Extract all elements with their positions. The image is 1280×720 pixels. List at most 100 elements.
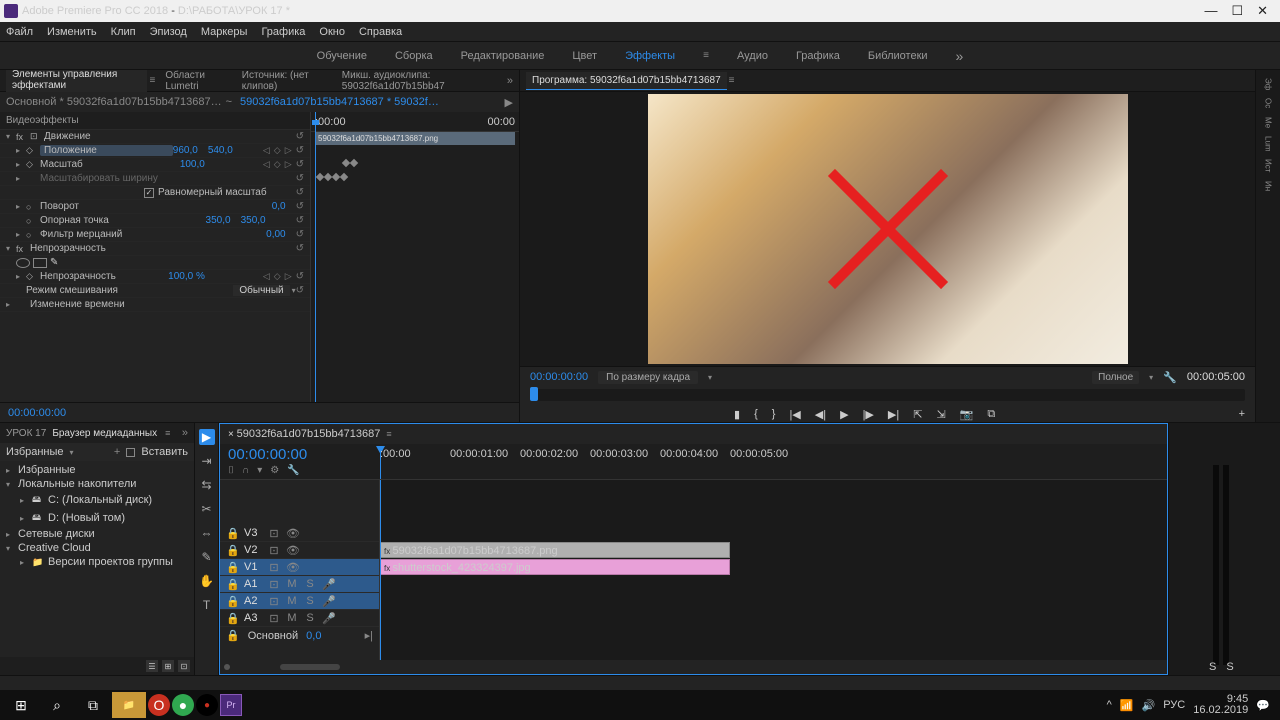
prev-kf-icon[interactable]: ◁ bbox=[263, 145, 270, 156]
timeline-timecode[interactable]: 00:00:00:00 bbox=[228, 446, 372, 463]
pen-mask-icon[interactable]: ✎ bbox=[50, 257, 58, 268]
scroll-thumb[interactable] bbox=[280, 664, 340, 670]
keyframe-icon[interactable] bbox=[340, 173, 348, 181]
program-menu-icon[interactable]: ≡ bbox=[729, 75, 735, 86]
marker-icon[interactable]: ▾ bbox=[257, 465, 262, 476]
minimize-button[interactable]: — bbox=[1204, 3, 1217, 19]
keyframe-icon[interactable] bbox=[350, 159, 358, 167]
tabs-overflow-icon[interactable]: » bbox=[182, 427, 188, 439]
zoom-handle-icon[interactable] bbox=[224, 664, 230, 670]
expand-icon[interactable]: ▸| bbox=[365, 629, 373, 642]
tree-local[interactable]: ▾Локальные накопители bbox=[0, 477, 194, 491]
program-tab[interactable]: Программа: 59032f6a1d07b15bb4713687 bbox=[526, 72, 727, 90]
app-green-button[interactable]: ● bbox=[172, 694, 194, 716]
ws-assembly[interactable]: Сборка bbox=[395, 50, 433, 62]
uniform-row[interactable]: ✓Равномерный масштаб↺ bbox=[0, 186, 310, 200]
type-tool[interactable]: T bbox=[199, 597, 215, 613]
favorites-dropdown[interactable]: Избранные bbox=[6, 446, 64, 458]
panel-menu-icon[interactable]: ≡ bbox=[165, 428, 170, 438]
razor-tool[interactable]: ✂ bbox=[199, 501, 215, 517]
clock[interactable]: 9:4516.02.2019 bbox=[1193, 694, 1248, 716]
panel-menu-icon[interactable]: ≡ bbox=[386, 429, 391, 439]
program-scrubber[interactable] bbox=[530, 389, 1245, 401]
tab-audio-mixer[interactable]: Микш. аудиоклипа: 59032f6a1d07b15bb47 bbox=[336, 67, 503, 95]
opacity-section[interactable]: ▾fxНепрозрачность↺ bbox=[0, 242, 310, 256]
menu-sequence[interactable]: Эпизод bbox=[150, 26, 187, 38]
ws-menu-icon[interactable]: ≡ bbox=[703, 50, 709, 61]
timeline-tracks[interactable]: fx 59032f6a1d07b15bb4713687.png fx shutt… bbox=[380, 480, 1167, 660]
tree-team-projects[interactable]: ▸📁Версии проектов группы bbox=[0, 555, 194, 569]
anchor-y[interactable]: 350,0 bbox=[241, 215, 266, 226]
menu-window[interactable]: Окно bbox=[319, 26, 345, 38]
anchor-row[interactable]: ○Опорная точка350,0350,0↺ bbox=[0, 214, 310, 228]
lock-icon[interactable]: 🔒 bbox=[226, 527, 238, 540]
tree-drive-c[interactable]: ▸🖴C: (Локальный диск) bbox=[0, 491, 194, 509]
menu-file[interactable]: Файл bbox=[6, 26, 33, 38]
volume-icon[interactable]: 🔊 bbox=[1142, 699, 1156, 712]
scrub-playhead-icon[interactable] bbox=[530, 387, 538, 401]
goto-out-button[interactable]: ▶| bbox=[888, 408, 899, 421]
slip-tool[interactable]: ⇔ bbox=[199, 525, 215, 541]
wrench-icon[interactable]: 🔧 bbox=[287, 465, 299, 476]
timeline-zoom-scroll[interactable] bbox=[220, 660, 1167, 674]
export-frame-button[interactable]: 📷 bbox=[960, 408, 974, 421]
network-icon[interactable]: 📶 bbox=[1120, 699, 1134, 712]
zoom-dropdown[interactable]: По размеру кадра bbox=[598, 371, 698, 384]
mic-icon[interactable]: 🎤 bbox=[322, 578, 334, 591]
tab-lumetri-scopes[interactable]: Области Lumetri bbox=[159, 67, 231, 95]
playhead-line[interactable] bbox=[380, 480, 381, 660]
rotation-row[interactable]: ▸○Поворот0,0↺ bbox=[0, 200, 310, 214]
tab-source[interactable]: Источник: (нет клипов) bbox=[236, 67, 332, 95]
position-y[interactable]: 540,0 bbox=[208, 145, 233, 156]
mark-out-button[interactable]: } bbox=[772, 408, 776, 420]
effect-play-icon[interactable]: ▶ bbox=[505, 96, 513, 109]
goto-in-button[interactable]: |◀ bbox=[789, 408, 800, 421]
scale-row[interactable]: ▸◇Масштаб100,0◁◇▷↺ bbox=[0, 158, 310, 172]
menu-help[interactable]: Справка bbox=[359, 26, 402, 38]
media-browser-tab[interactable]: Браузер медиаданных bbox=[52, 428, 157, 439]
solo-icon[interactable]: S bbox=[304, 578, 316, 590]
tabs-overflow-icon[interactable]: » bbox=[507, 75, 513, 87]
scale-value[interactable]: 100,0 bbox=[180, 159, 205, 170]
ws-color[interactable]: Цвет bbox=[572, 50, 597, 62]
extract-button[interactable]: ⇲ bbox=[936, 408, 945, 421]
notifications-icon[interactable]: 💬 bbox=[1256, 699, 1270, 712]
tree-network[interactable]: ▸Сетевые диски bbox=[0, 527, 194, 541]
uniform-checkbox[interactable]: ✓ bbox=[144, 188, 154, 198]
ws-learn[interactable]: Обучение bbox=[317, 50, 367, 62]
project-tab[interactable]: УРОК 17 bbox=[6, 428, 46, 439]
mark-in-button[interactable]: { bbox=[754, 408, 758, 420]
track-select-tool[interactable]: ⇥ bbox=[199, 453, 215, 469]
ripple-edit-tool[interactable]: ⇆ bbox=[199, 477, 215, 493]
anchor-x[interactable]: 350,0 bbox=[206, 215, 231, 226]
tree-cc[interactable]: ▾Creative Cloud bbox=[0, 541, 194, 555]
add-marker-button[interactable]: ▮ bbox=[734, 408, 740, 421]
effect-mini-timeline[interactable]: :00:0000:00 59032f6a1d07b15bb4713687.png bbox=[310, 112, 519, 402]
search-button[interactable]: ⌕ bbox=[40, 692, 74, 718]
ws-effects[interactable]: Эффекты bbox=[625, 50, 675, 62]
tab-effect-controls[interactable]: Элементы управления эффектами bbox=[6, 66, 147, 95]
motion-row[interactable]: ▾fx⊡Движение↺ bbox=[0, 130, 310, 144]
reset-icon[interactable]: ↺ bbox=[296, 131, 304, 142]
program-viewer[interactable] bbox=[520, 92, 1255, 366]
side-effects[interactable]: Эф bbox=[1264, 78, 1273, 90]
track-a1[interactable]: 🔒A1⊡MS🎤 bbox=[220, 576, 379, 593]
menu-graphics[interactable]: Графика bbox=[261, 26, 305, 38]
rect-mask-icon[interactable] bbox=[33, 258, 47, 268]
task-view-button[interactable]: ⧉ bbox=[76, 692, 110, 718]
flicker-value[interactable]: 0,00 bbox=[266, 229, 285, 240]
play-button[interactable]: ▶ bbox=[840, 408, 848, 421]
premiere-button[interactable]: Pr bbox=[220, 694, 242, 716]
side-history[interactable]: Ист bbox=[1264, 159, 1273, 172]
settings-icon[interactable]: ⚙ bbox=[270, 465, 279, 476]
panel-menu-icon[interactable]: ≡ bbox=[149, 75, 155, 86]
side-essential[interactable]: Ос bbox=[1264, 98, 1273, 108]
ellipse-mask-icon[interactable] bbox=[16, 258, 30, 268]
eye-icon[interactable]: 👁 bbox=[286, 527, 298, 540]
tray-expand-icon[interactable]: ^ bbox=[1107, 699, 1112, 711]
mute-icon[interactable]: M bbox=[286, 578, 298, 590]
comparison-button[interactable]: ⧉ bbox=[987, 408, 995, 421]
side-info[interactable]: Ин bbox=[1264, 181, 1273, 191]
step-back-button[interactable]: ◀| bbox=[815, 408, 826, 421]
selection-tool[interactable]: ▶ bbox=[199, 429, 215, 445]
